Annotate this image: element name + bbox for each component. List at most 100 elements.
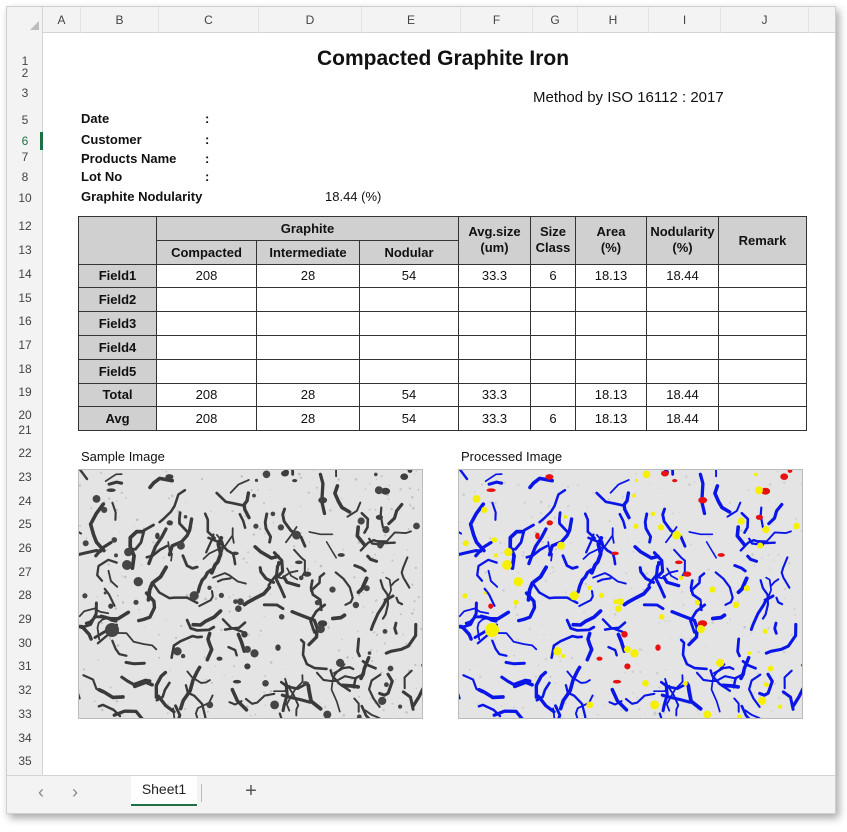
table-cell[interactable]	[458, 311, 531, 336]
row-label-field5[interactable]: Field5	[78, 358, 157, 384]
row-header-26[interactable]: 26	[7, 541, 43, 555]
table-cell[interactable]	[718, 358, 807, 384]
row-header-21[interactable]: 21	[7, 423, 43, 437]
column-header-g[interactable]: G	[533, 7, 578, 33]
table-cell[interactable]	[718, 263, 807, 289]
table-cell[interactable]	[718, 334, 807, 360]
info-value[interactable]: 18.44 (%)	[325, 189, 381, 204]
row-header-34[interactable]: 34	[7, 731, 43, 745]
row-header-10[interactable]: 10	[7, 191, 43, 205]
next-sheet-icon[interactable]: ›	[63, 782, 87, 803]
row-header-16[interactable]: 16	[7, 314, 43, 328]
table-cell[interactable]	[575, 358, 647, 384]
nodularity-header[interactable]: Nodularity (%)	[646, 216, 719, 265]
row-label-total[interactable]: Total	[78, 382, 157, 408]
row-header-32[interactable]: 32	[7, 683, 43, 697]
table-cell[interactable]: 18.44	[646, 406, 719, 432]
table-cell[interactable]: 33.3	[458, 406, 531, 432]
table-cell[interactable]	[530, 287, 576, 313]
processed-image[interactable]	[458, 469, 803, 719]
table-cell[interactable]	[646, 287, 719, 313]
row-header-29[interactable]: 29	[7, 612, 43, 626]
row-label-field2[interactable]: Field2	[78, 287, 157, 313]
size-class-header[interactable]: Size Class	[530, 216, 576, 265]
table-cell[interactable]	[718, 382, 807, 408]
table-corner-cell[interactable]	[78, 216, 157, 265]
table-cell[interactable]: 18.13	[575, 382, 647, 408]
table-cell[interactable]	[530, 358, 576, 384]
row-header-5[interactable]: 5	[7, 113, 43, 127]
table-cell[interactable]	[256, 358, 360, 384]
table-cell[interactable]	[256, 334, 360, 360]
row-header-12[interactable]: 12	[7, 219, 43, 233]
row-header-15[interactable]: 15	[7, 291, 43, 305]
table-cell[interactable]	[156, 358, 257, 384]
row-header-27[interactable]: 27	[7, 565, 43, 579]
table-cell[interactable]	[718, 287, 807, 313]
column-header-f[interactable]: F	[461, 7, 533, 33]
row-header-17[interactable]: 17	[7, 338, 43, 352]
column-header-j[interactable]: J	[721, 7, 809, 33]
nodular-header[interactable]: Nodular	[359, 239, 459, 265]
table-cell[interactable]	[256, 287, 360, 313]
worksheet-area[interactable]: Compacted Graphite Iron Method by ISO 16…	[43, 33, 835, 775]
table-cell[interactable]	[718, 406, 807, 432]
table-cell[interactable]: 208	[156, 382, 257, 408]
row-header-3[interactable]: 3	[7, 86, 43, 100]
table-cell[interactable]	[458, 334, 531, 360]
graphite-group-header[interactable]: Graphite	[156, 216, 459, 241]
sample-image[interactable]	[78, 469, 423, 719]
row-header-35[interactable]: 35	[7, 754, 43, 768]
row-header-8[interactable]: 8	[7, 170, 43, 184]
row-label-field4[interactable]: Field4	[78, 334, 157, 360]
compacted-header[interactable]: Compacted	[156, 239, 257, 265]
table-cell[interactable]: 208	[156, 406, 257, 432]
row-label-field3[interactable]: Field3	[78, 311, 157, 336]
row-header-6[interactable]: 6	[7, 134, 43, 148]
row-header-2[interactable]: 2	[7, 66, 43, 80]
select-all-corner[interactable]	[7, 7, 43, 33]
row-header-30[interactable]: 30	[7, 636, 43, 650]
table-cell[interactable]	[575, 334, 647, 360]
table-cell[interactable]: 18.44	[646, 382, 719, 408]
table-cell[interactable]	[256, 311, 360, 336]
table-cell[interactable]	[156, 287, 257, 313]
add-sheet-icon[interactable]: +	[239, 780, 263, 803]
table-cell[interactable]: 18.44	[646, 263, 719, 289]
table-cell[interactable]: 6	[530, 263, 576, 289]
table-cell[interactable]: 208	[156, 263, 257, 289]
area-header[interactable]: Area (%)	[575, 216, 647, 265]
row-header-7[interactable]: 7	[7, 150, 43, 164]
row-label-field1[interactable]: Field1	[78, 263, 157, 289]
table-cell[interactable]	[359, 287, 459, 313]
row-header-14[interactable]: 14	[7, 267, 43, 281]
table-cell[interactable]	[530, 382, 576, 408]
table-cell[interactable]: 6	[530, 406, 576, 432]
column-header-i[interactable]: I	[649, 7, 721, 33]
table-cell[interactable]	[718, 311, 807, 336]
row-header-23[interactable]: 23	[7, 470, 43, 484]
tab-sheet1[interactable]: Sheet1	[131, 776, 197, 806]
row-header-33[interactable]: 33	[7, 707, 43, 721]
table-cell[interactable]	[156, 334, 257, 360]
row-header-20[interactable]: 20	[7, 408, 43, 422]
column-header-c[interactable]: C	[159, 7, 259, 33]
table-cell[interactable]	[575, 311, 647, 336]
table-cell[interactable]: 28	[256, 382, 360, 408]
table-cell[interactable]: 54	[359, 406, 459, 432]
row-header-28[interactable]: 28	[7, 588, 43, 602]
table-cell[interactable]	[530, 334, 576, 360]
column-header-b[interactable]: B	[81, 7, 159, 33]
column-header-d[interactable]: D	[259, 7, 362, 33]
row-label-avg[interactable]: Avg	[78, 406, 157, 432]
table-cell[interactable]: 33.3	[458, 263, 531, 289]
row-header-19[interactable]: 19	[7, 385, 43, 399]
table-cell[interactable]	[156, 311, 257, 336]
remark-header[interactable]: Remark	[718, 216, 807, 265]
table-cell[interactable]	[646, 358, 719, 384]
row-header-18[interactable]: 18	[7, 362, 43, 376]
row-header-25[interactable]: 25	[7, 517, 43, 531]
avg-size-header[interactable]: Avg.size (um)	[458, 216, 531, 265]
table-cell[interactable]	[458, 358, 531, 384]
table-cell[interactable]	[359, 358, 459, 384]
